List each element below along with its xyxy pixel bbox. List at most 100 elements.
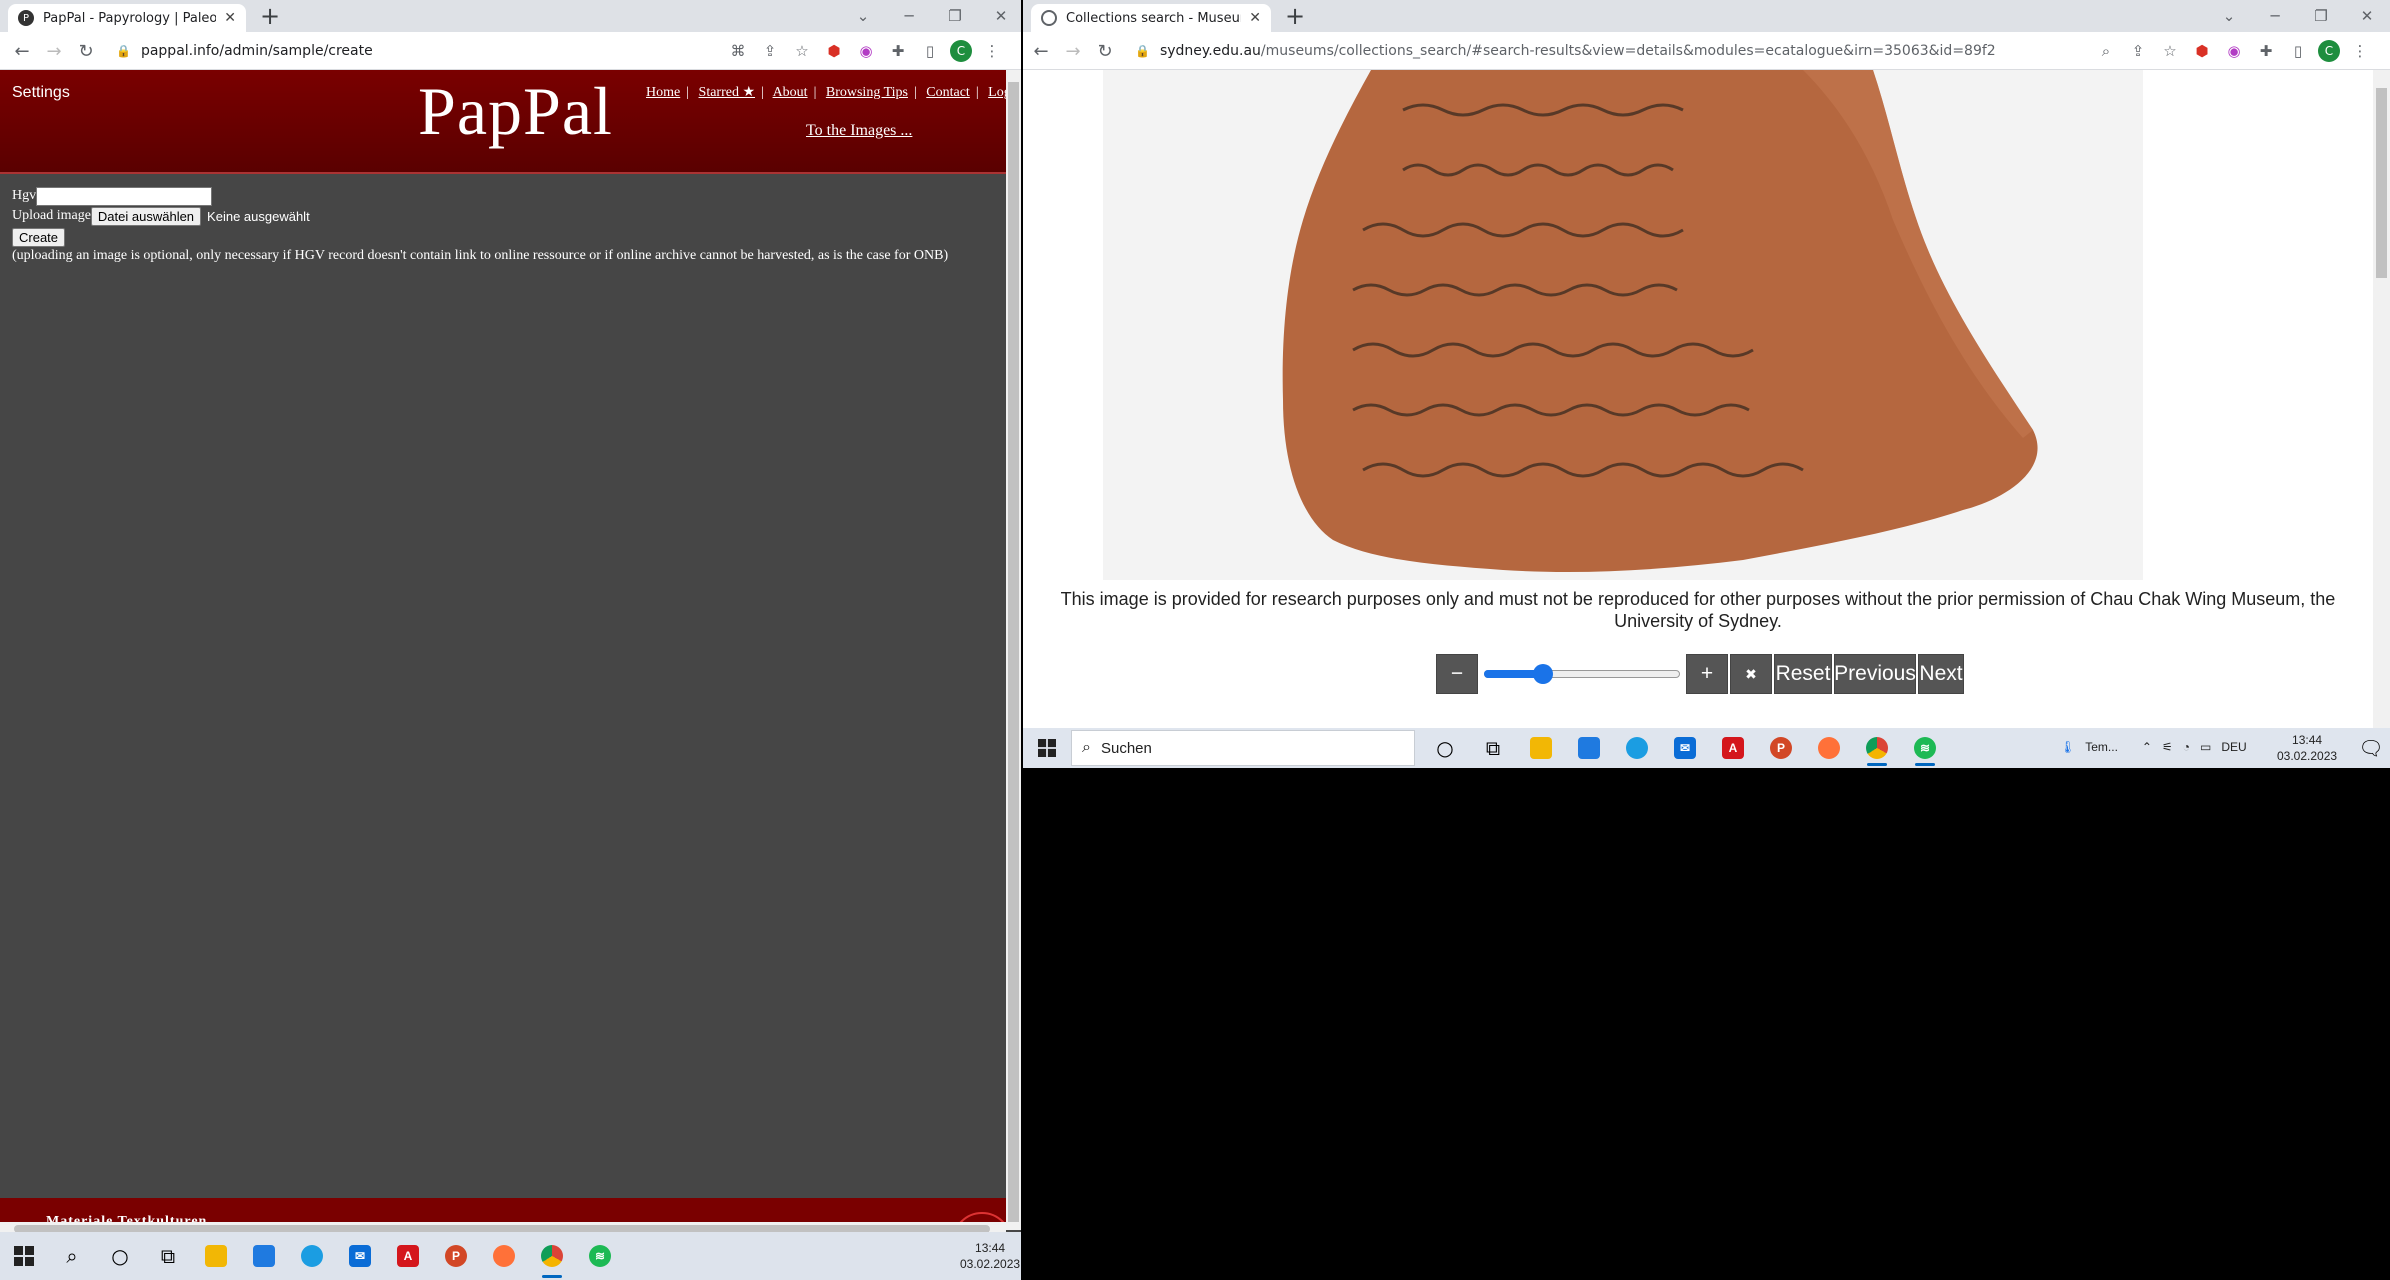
taskbar-search-box[interactable]: ⌕ Suchen xyxy=(1071,730,1415,766)
extensions-puzzle-icon[interactable]: ✚ xyxy=(2254,39,2278,63)
tray-overflow-icon[interactable]: ⌃ xyxy=(2142,740,2152,754)
to-the-images-link[interactable]: To the Images ... xyxy=(806,122,912,140)
address-bar[interactable]: 🔒 sydney.edu.au/museums/collections_sear… xyxy=(1135,38,2075,64)
sidebar-icon[interactable]: ▯ xyxy=(918,39,942,63)
tab-pappal[interactable]: P PapPal - Papyrology | Paleograph ✕ xyxy=(8,4,246,32)
zoom-slider[interactable] xyxy=(1484,654,1680,694)
hgv-input[interactable] xyxy=(36,186,213,206)
zoom-icon[interactable]: ⌕ xyxy=(2094,39,2118,63)
extension-red-icon[interactable]: ⬢ xyxy=(2190,39,2214,63)
address-bar[interactable]: 🔒 pappal.info/admin/sample/create xyxy=(116,38,716,64)
start-windows-icon[interactable] xyxy=(1023,728,1071,768)
firefox-icon[interactable] xyxy=(480,1232,528,1280)
pappal-logo[interactable]: PapPal xyxy=(418,72,613,151)
profile-avatar[interactable]: C xyxy=(950,40,972,62)
spotify-icon[interactable]: ≋ xyxy=(576,1232,624,1280)
new-tab-button[interactable]: + xyxy=(256,2,284,30)
mail-icon[interactable]: ✉ xyxy=(336,1232,384,1280)
weather-text[interactable]: Tem... xyxy=(2085,740,2118,754)
share-icon[interactable]: ⇪ xyxy=(758,39,782,63)
acrobat-icon[interactable]: A xyxy=(384,1232,432,1280)
zoom-out-button[interactable]: − xyxy=(1436,654,1478,694)
share-icon[interactable]: ⇪ xyxy=(2126,39,2150,63)
battery-icon[interactable]: ▭ xyxy=(2200,740,2211,754)
powerpoint-icon[interactable]: P xyxy=(432,1232,480,1280)
extension-purple-icon[interactable]: ◉ xyxy=(2222,39,2246,63)
vertical-scrollbar[interactable] xyxy=(2373,70,2390,728)
cortana-icon[interactable]: ○ xyxy=(1421,728,1469,768)
reload-icon[interactable]: ↻ xyxy=(1091,37,1119,65)
forward-icon[interactable]: → xyxy=(1059,37,1087,65)
minimize-icon[interactable]: ─ xyxy=(886,0,932,32)
task-view-icon[interactable]: ⧉ xyxy=(1469,728,1517,768)
extension-red-icon[interactable]: ⬢ xyxy=(822,39,846,63)
mail-icon[interactable]: ✉ xyxy=(1661,728,1709,768)
nav-about[interactable]: About xyxy=(773,85,808,100)
acrobat-icon[interactable]: A xyxy=(1709,728,1757,768)
menu-kebab-icon[interactable]: ⋮ xyxy=(2348,39,2372,63)
menu-kebab-icon[interactable]: ⋮ xyxy=(980,39,1004,63)
nav-logout[interactable]: Logou xyxy=(988,85,1006,100)
search-icon[interactable]: ⌕ xyxy=(48,1232,96,1280)
nav-home[interactable]: Home xyxy=(646,85,680,100)
start-windows-icon[interactable] xyxy=(0,1232,48,1280)
vertical-scrollbar[interactable] xyxy=(1006,70,1021,1230)
extensions-puzzle-icon[interactable]: ✚ xyxy=(886,39,910,63)
translate-icon[interactable]: ⌘ xyxy=(726,39,750,63)
edge-icon[interactable] xyxy=(288,1232,336,1280)
language-indicator[interactable]: DEU xyxy=(2221,740,2246,754)
extension-purple-icon[interactable]: ◉ xyxy=(854,39,878,63)
close-tab-icon[interactable]: ✕ xyxy=(224,10,236,26)
tab-search-icon[interactable]: ⌄ xyxy=(2206,0,2252,32)
forward-icon[interactable]: → xyxy=(40,37,68,65)
chrome-icon[interactable] xyxy=(528,1232,576,1280)
fullscreen-button[interactable]: ✖ xyxy=(1730,654,1772,694)
restore-icon[interactable]: ❐ xyxy=(2298,0,2344,32)
settings-link[interactable]: Settings xyxy=(12,84,70,102)
tab-search-icon[interactable]: ⌄ xyxy=(840,0,886,32)
notifications-icon[interactable]: 🗨 xyxy=(2353,728,2389,768)
wifi-icon[interactable]: ◔ xyxy=(2183,740,2190,754)
store-icon[interactable] xyxy=(1565,728,1613,768)
back-icon[interactable]: ← xyxy=(1027,37,1055,65)
profile-avatar[interactable]: C xyxy=(2318,40,2340,62)
sidebar-icon[interactable]: ▯ xyxy=(2286,39,2310,63)
back-icon[interactable]: ← xyxy=(8,37,36,65)
choose-file-button[interactable]: Datei auswählen xyxy=(90,206,202,226)
clock-right[interactable]: 13:44 03.02.2023 xyxy=(2277,732,2337,764)
zoom-slider-handle[interactable] xyxy=(1533,664,1554,684)
tab-collections-search[interactable]: Collections search - Museums - T ✕ xyxy=(1031,4,1271,32)
nav-browsing-tips[interactable]: Browsing Tips xyxy=(826,85,908,100)
cortana-icon[interactable]: ○ xyxy=(96,1232,144,1280)
reload-icon[interactable]: ↻ xyxy=(72,37,100,65)
next-button[interactable]: Next xyxy=(1918,654,1964,694)
file-explorer-icon[interactable] xyxy=(1517,728,1565,768)
powerpoint-icon[interactable]: P xyxy=(1757,728,1805,768)
close-window-icon[interactable]: ✕ xyxy=(978,0,1021,32)
restore-icon[interactable]: ❐ xyxy=(932,0,978,32)
network-icon[interactable]: ⚟ xyxy=(2162,740,2173,754)
spotify-icon[interactable]: ≋ xyxy=(1901,728,1949,768)
firefox-icon[interactable] xyxy=(1805,728,1853,768)
previous-button[interactable]: Previous xyxy=(1834,654,1916,694)
thermometer-icon[interactable]: 🌡 xyxy=(2060,740,2075,754)
store-icon[interactable] xyxy=(240,1232,288,1280)
edge-icon[interactable] xyxy=(1613,728,1661,768)
vertical-scroll-thumb[interactable] xyxy=(2376,88,2387,278)
create-button[interactable]: Create xyxy=(12,227,66,247)
minimize-icon[interactable]: ─ xyxy=(2252,0,2298,32)
chrome-icon[interactable] xyxy=(1853,728,1901,768)
bookmark-star-icon[interactable]: ☆ xyxy=(790,39,814,63)
nav-contact[interactable]: Contact xyxy=(926,85,970,100)
close-tab-icon[interactable]: ✕ xyxy=(1249,10,1261,26)
nav-starred[interactable]: Starred ★ xyxy=(699,85,755,100)
close-window-icon[interactable]: ✕ xyxy=(2344,0,2390,32)
task-view-icon[interactable]: ⧉ xyxy=(144,1232,192,1280)
file-explorer-icon[interactable] xyxy=(192,1232,240,1280)
bookmark-star-icon[interactable]: ☆ xyxy=(2158,39,2182,63)
clock-left[interactable]: 13:44 03.02.2023 xyxy=(960,1240,1020,1272)
vertical-scroll-thumb[interactable] xyxy=(1008,82,1019,1222)
ostracon-image[interactable] xyxy=(1103,70,2143,580)
new-tab-button[interactable]: + xyxy=(1281,2,1309,30)
zoom-in-button[interactable]: + xyxy=(1686,654,1728,694)
